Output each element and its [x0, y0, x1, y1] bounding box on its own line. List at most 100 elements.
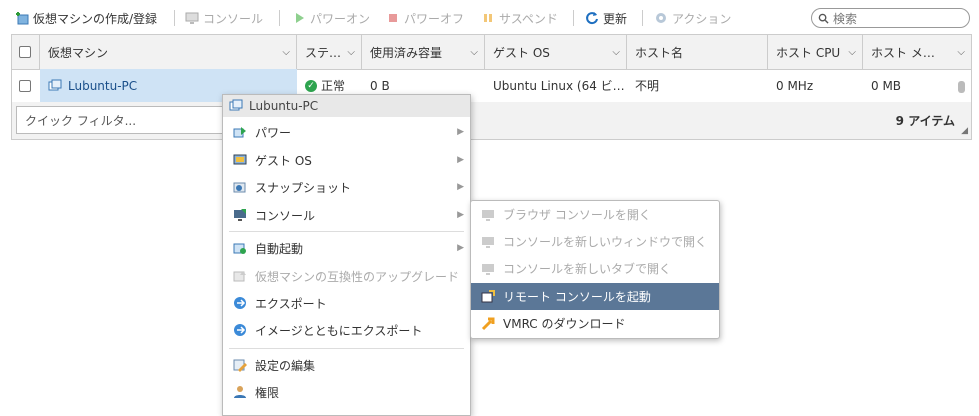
chevron-down-icon: ⌵ — [612, 47, 620, 58]
menu-divider — [229, 231, 464, 232]
menu-item-autostart[interactable]: 自動起動 ▶ — [223, 235, 470, 261]
suspend-button[interactable]: サスペンド — [481, 10, 558, 26]
chevron-down-icon: ⌵ — [347, 47, 355, 58]
refresh-button[interactable]: 更新 — [585, 10, 627, 26]
refresh-label: 更新 — [603, 11, 628, 26]
power-off-label: パワーオフ — [404, 11, 465, 26]
power-off-button[interactable]: パワーオフ — [386, 10, 464, 26]
export-icon — [234, 324, 246, 336]
menu-item-permissions[interactable]: 権限 — [223, 379, 470, 405]
console-icon — [482, 263, 494, 275]
chevron-down-icon: ⌵ — [848, 47, 856, 58]
user-icon — [234, 386, 246, 398]
menu-item-power[interactable]: パワー ▶ — [223, 119, 470, 145]
power-icon — [233, 127, 246, 138]
host-mem-cell: 0 MB — [871, 78, 902, 93]
search-placeholder: 検索 — [833, 11, 858, 26]
menu-item-upgrade-compat[interactable]: 仮想マシンの互換性のアップグレード — [223, 263, 470, 289]
toolbar-divider — [279, 10, 280, 26]
host-name-cell: 不明 — [635, 79, 660, 93]
power-on-button[interactable]: パワーオン — [292, 10, 370, 26]
chevron-right-icon: ▶ — [457, 243, 464, 253]
menu-divider — [229, 348, 464, 349]
menu-item-export[interactable]: エクスポート — [223, 290, 470, 316]
menu-item-export-with-images[interactable]: イメージとともにエクスポート — [223, 317, 470, 343]
export-icon — [234, 297, 246, 309]
search-icon — [818, 13, 829, 24]
context-menu-title: Lubuntu-PC — [223, 95, 470, 117]
check-circle-icon: ✓ — [305, 79, 317, 92]
submenu-item-new-tab[interactable]: コンソールを新しいタブで開く — [471, 255, 719, 282]
snapshot-icon — [233, 182, 246, 193]
console-icon — [482, 209, 494, 221]
menu-item-edit-settings[interactable]: 設定の編集 — [223, 352, 470, 378]
create-vm-button[interactable]: 仮想マシンの作成/登録 — [15, 10, 157, 26]
table-row[interactable]: Lubuntu-PC ✓ 正常 0 B Ubuntu Linux (64 ビ… … — [12, 69, 971, 103]
vertical-scrollbar[interactable] — [958, 81, 965, 93]
quick-filter-placeholder: クイック フィルタ... — [25, 113, 137, 128]
refresh-icon — [586, 12, 598, 25]
menu-item-snapshot[interactable]: スナップショット ▶ — [223, 174, 470, 200]
column-header-status[interactable]: ステ… ⌵ — [297, 35, 362, 69]
resize-grip-icon[interactable]: ◢ — [961, 126, 968, 136]
chevron-right-icon: ▶ — [457, 155, 464, 165]
gear-icon — [656, 13, 666, 23]
search-input[interactable]: 検索 — [811, 8, 970, 28]
submenu-item-download-vmrc[interactable]: VMRC のダウンロード — [471, 310, 719, 337]
chevron-right-icon: ▶ — [457, 182, 464, 192]
upgrade-icon — [233, 271, 246, 282]
column-header-host-name[interactable]: ホスト名 — [627, 35, 768, 69]
status-text: 正常 — [321, 79, 346, 93]
grid-footer: クイック フィルタ... 9 アイテム ◢ — [12, 102, 971, 139]
vm-grid: 仮想マシン ⌵ ステ… ⌵ 使用済み容量 ⌵ ゲスト OS ⌵ ホスト名 ホスト CPU… — [11, 34, 972, 140]
column-header-guest-os[interactable]: ゲスト OS ⌵ — [485, 35, 627, 69]
submenu-item-browser-console[interactable]: ブラウザ コンソールを開く — [471, 201, 719, 228]
chevron-down-icon: ⌵ — [282, 47, 290, 58]
stop-icon — [389, 14, 397, 22]
context-menu: Lubuntu-PC パワー ▶ ゲスト OS ▶ スナップショット ▶ コンソール ▶… — [222, 94, 471, 416]
column-header-vm[interactable]: 仮想マシン ⌵ — [40, 35, 297, 69]
column-header-used[interactable]: 使用済み容量 ⌵ — [362, 35, 485, 69]
chevron-right-icon: ▶ — [457, 210, 464, 220]
console-icon — [482, 236, 494, 248]
menu-item-guest-os[interactable]: ゲスト OS ▶ — [223, 147, 470, 173]
grid-header: 仮想マシン ⌵ ステ… ⌵ 使用済み容量 ⌵ ゲスト OS ⌵ ホスト名 ホスト CPU… — [12, 35, 971, 70]
play-icon — [296, 13, 304, 23]
vm-icon — [48, 79, 62, 90]
column-header-host-mem[interactable]: ホスト メ… ⌵ — [863, 35, 971, 69]
guest-os-icon — [233, 154, 247, 165]
console-button[interactable]: コンソール — [185, 10, 263, 26]
select-all-checkbox[interactable] — [12, 35, 40, 69]
vm-icon — [229, 99, 243, 111]
create-vm-label: 仮想マシンの作成/登録 — [33, 11, 158, 26]
create-vm-icon — [16, 12, 29, 25]
toolbar-divider — [174, 10, 175, 26]
actions-button[interactable]: アクション — [654, 10, 731, 26]
toolbar: 仮想マシンの作成/登録 コンソール パワーオン パワーオフ サスペンド 更新 ア… — [0, 0, 979, 34]
menu-item-console[interactable]: コンソール ▶ — [223, 202, 470, 228]
chevron-down-icon: ⌵ — [470, 47, 478, 58]
edit-settings-icon — [233, 359, 247, 372]
submenu-item-new-window[interactable]: コンソールを新しいウィンドウで開く — [471, 228, 719, 255]
console-icon — [185, 12, 199, 24]
console-label: コンソール — [203, 11, 264, 26]
suspend-label: サスペンド — [499, 11, 558, 26]
host-cpu-cell: 0 MHz — [776, 78, 814, 93]
toolbar-divider — [642, 10, 643, 26]
vm-name[interactable]: Lubuntu-PC — [68, 79, 137, 93]
submenu-item-launch-remote-console[interactable]: リモート コンソールを起動 — [471, 283, 719, 310]
remote-console-icon — [481, 289, 495, 302]
pause-icon — [484, 14, 492, 22]
console-icon — [234, 209, 246, 221]
item-count: 9 アイテム — [895, 114, 955, 128]
power-on-label: パワーオン — [310, 11, 371, 26]
actions-label: アクション — [672, 11, 732, 26]
chevron-right-icon: ▶ — [457, 127, 464, 137]
guest-os-cell: Ubuntu Linux (64 ビ… — [493, 79, 625, 93]
row-checkbox[interactable] — [12, 69, 40, 102]
autostart-icon — [233, 243, 246, 254]
chevron-down-icon: ⌵ — [957, 47, 965, 58]
toolbar-divider — [573, 10, 574, 26]
column-header-host-cpu[interactable]: ホスト CPU ⌵ — [768, 35, 863, 69]
vmrc-download-icon — [481, 317, 495, 330]
